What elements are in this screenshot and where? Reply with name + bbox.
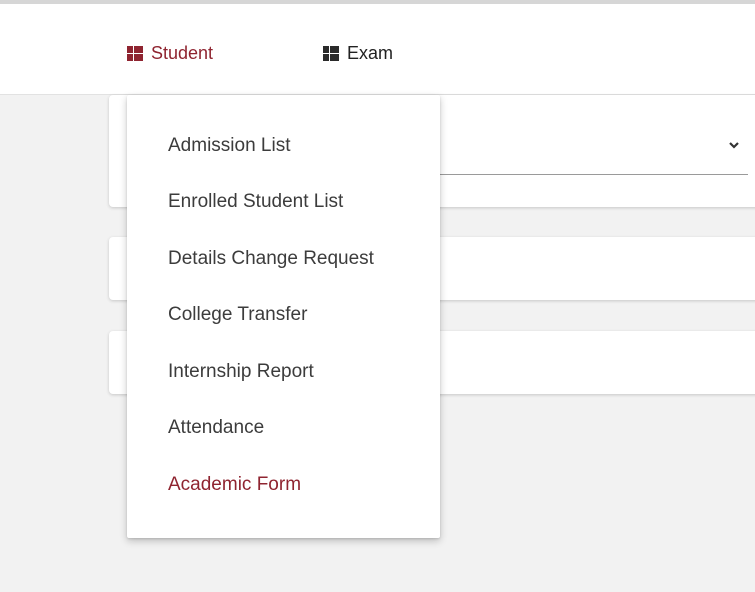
top-rule [0,0,755,11]
chevron-down-icon[interactable] [727,139,741,151]
menu-item-admission-list[interactable]: Admission List [168,135,291,157]
menu-item-internship-report[interactable]: Internship Report [168,361,314,383]
nav-student[interactable]: Student [127,11,213,95]
top-navbar: Student Exam [0,11,755,95]
select-field-underline[interactable] [440,174,748,175]
menu-item-attendance[interactable]: Attendance [168,417,264,439]
nav-exam-label: Exam [347,42,394,63]
grid-icon [127,45,143,61]
menu-item-academic-form[interactable]: Academic Form [168,474,301,496]
nav-student-label: Student [151,42,214,63]
nav-exam[interactable]: Exam [323,11,393,95]
grid-icon [323,45,339,61]
student-dropdown-menu: Admission List Enrolled Student List Det… [127,95,440,538]
menu-item-enrolled-student-list[interactable]: Enrolled Student List [168,191,343,213]
menu-item-college-transfer[interactable]: College Transfer [168,304,307,326]
menu-item-details-change-request[interactable]: Details Change Request [168,248,374,270]
